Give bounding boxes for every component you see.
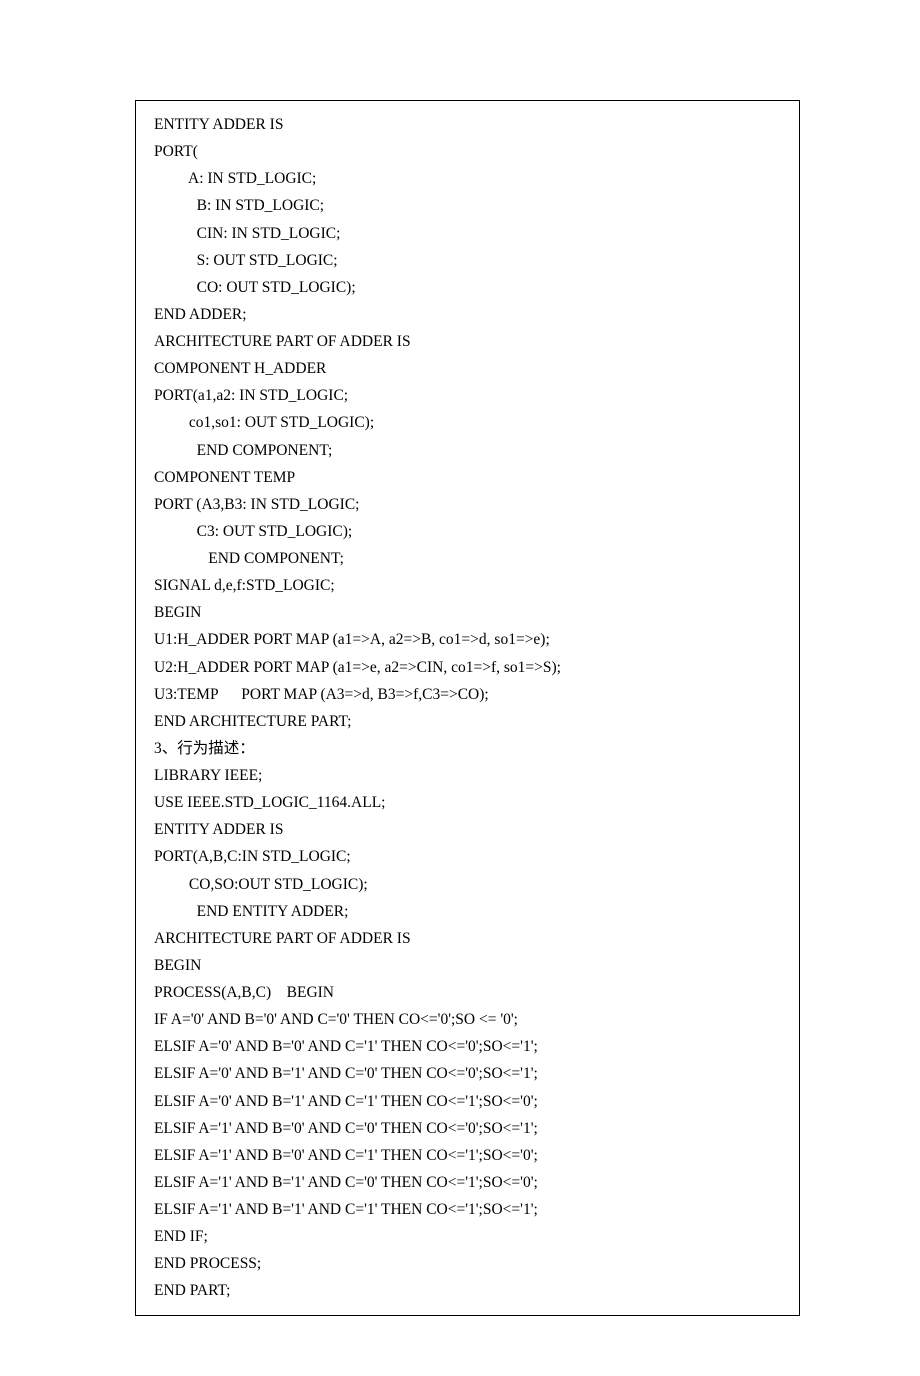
code-line: END COMPONENT; bbox=[154, 545, 781, 572]
code-line: ENTITY ADDER IS bbox=[154, 111, 781, 138]
code-line: 3、行为描述： bbox=[154, 735, 781, 762]
code-line: U3:TEMP PORT MAP (A3=>d, B3=>f,C3=>CO); bbox=[154, 681, 781, 708]
code-line: COMPONENT H_ADDER bbox=[154, 355, 781, 382]
code-line: CIN: IN STD_LOGIC; bbox=[154, 220, 781, 247]
code-line: ELSIF A='0' AND B='1' AND C='1' THEN CO<… bbox=[154, 1088, 781, 1115]
code-line: ELSIF A='1' AND B='0' AND C='1' THEN CO<… bbox=[154, 1142, 781, 1169]
code-line: END PART; bbox=[154, 1277, 781, 1304]
code-line: co1,so1: OUT STD_LOGIC); bbox=[154, 409, 781, 436]
code-line: PORT(a1,a2: IN STD_LOGIC; bbox=[154, 382, 781, 409]
code-line: END ENTITY ADDER; bbox=[154, 898, 781, 925]
code-line: USE IEEE.STD_LOGIC_1164.ALL; bbox=[154, 789, 781, 816]
code-line: ELSIF A='0' AND B='1' AND C='0' THEN CO<… bbox=[154, 1060, 781, 1087]
code-line: ELSIF A='1' AND B='1' AND C='1' THEN CO<… bbox=[154, 1196, 781, 1223]
code-line: ARCHITECTURE PART OF ADDER IS bbox=[154, 925, 781, 952]
code-line: ARCHITECTURE PART OF ADDER IS bbox=[154, 328, 781, 355]
code-line: BEGIN bbox=[154, 952, 781, 979]
code-line: END PROCESS; bbox=[154, 1250, 781, 1277]
code-line: C3: OUT STD_LOGIC); bbox=[154, 518, 781, 545]
code-line: U2:H_ADDER PORT MAP (a1=>e, a2=>CIN, co1… bbox=[154, 654, 781, 681]
code-line: END COMPONENT; bbox=[154, 437, 781, 464]
code-line: PORT (A3,B3: IN STD_LOGIC; bbox=[154, 491, 781, 518]
code-line: ELSIF A='1' AND B='1' AND C='0' THEN CO<… bbox=[154, 1169, 781, 1196]
code-line: END IF; bbox=[154, 1223, 781, 1250]
code-line: PORT(A,B,C:IN STD_LOGIC; bbox=[154, 843, 781, 870]
code-line: END ADDER; bbox=[154, 301, 781, 328]
document-page: ENTITY ADDER IS PORT( A: IN STD_LOGIC; B… bbox=[0, 0, 920, 1376]
code-line: IF A='0' AND B='0' AND C='0' THEN CO<='0… bbox=[154, 1006, 781, 1033]
code-line: PORT( bbox=[154, 138, 781, 165]
code-line: B: IN STD_LOGIC; bbox=[154, 192, 781, 219]
code-line: A: IN STD_LOGIC; bbox=[154, 165, 781, 192]
code-line: END ARCHITECTURE PART; bbox=[154, 708, 781, 735]
code-line: CO,SO:OUT STD_LOGIC); bbox=[154, 871, 781, 898]
code-line: BEGIN bbox=[154, 599, 781, 626]
code-line: ELSIF A='1' AND B='0' AND C='0' THEN CO<… bbox=[154, 1115, 781, 1142]
code-line: S: OUT STD_LOGIC; bbox=[154, 247, 781, 274]
code-line: COMPONENT TEMP bbox=[154, 464, 781, 491]
code-line: U1:H_ADDER PORT MAP (a1=>A, a2=>B, co1=>… bbox=[154, 626, 781, 653]
code-line: ENTITY ADDER IS bbox=[154, 816, 781, 843]
code-line: CO: OUT STD_LOGIC); bbox=[154, 274, 781, 301]
code-line: ELSIF A='0' AND B='0' AND C='1' THEN CO<… bbox=[154, 1033, 781, 1060]
code-line: SIGNAL d,e,f:STD_LOGIC; bbox=[154, 572, 781, 599]
code-box: ENTITY ADDER IS PORT( A: IN STD_LOGIC; B… bbox=[135, 100, 800, 1316]
code-line: LIBRARY IEEE; bbox=[154, 762, 781, 789]
code-line: PROCESS(A,B,C) BEGIN bbox=[154, 979, 781, 1006]
